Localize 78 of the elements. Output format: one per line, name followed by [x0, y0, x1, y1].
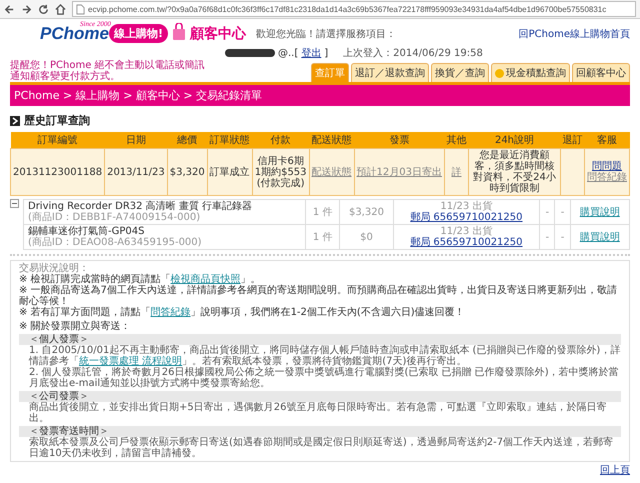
back-icon[interactable]	[4, 4, 15, 14]
product-id: (商品ID：DEBB1F-A74009154-000)	[28, 212, 202, 223]
table-cell: -	[540, 200, 555, 224]
ship-date: 11/23 出貨	[439, 201, 494, 212]
table-cell: 1 件	[305, 200, 340, 224]
arrow-icon	[10, 116, 20, 126]
url-text: ecvip.pchome.com.tw/?0x9a0a76f68d1c0fc36f3ff6c17df81c2318da1d14a3c69b5367fea722178fff959093e34931da4af54dbe1d96700be57550831c	[88, 4, 606, 14]
address-field[interactable]: ecvip.pchome.com.tw/?0x9a0a76f68d1c0fc36f3ff6c17df81c2318da1d14a3c69b5367fea722178fff959093e34931da4af54dbe1d96700be57550831c	[72, 1, 636, 17]
subsection-heading: ＜發票寄送時間＞	[19, 426, 621, 437]
note-link[interactable]: 問答紀錄	[150, 307, 191, 318]
home-link[interactable]: 回PChome線上購物首頁	[518, 26, 630, 40]
table-cell: 2013/11/23	[104, 148, 168, 196]
ship-date: 11/23 出貨	[439, 226, 494, 237]
column-header: 總價	[167, 132, 208, 148]
table-cell: 您是最近消費顧客，須多點時間核對資料，不受24小時到貨限制	[468, 148, 560, 196]
breadcrumb-bar: PChome > 線上購物 > 顧客中心 > 交易紀錄清單	[10, 82, 630, 106]
table-cell: 1 件	[305, 224, 340, 250]
subsection-heading: ＜個人發票＞	[19, 334, 621, 345]
forward-icon[interactable]	[21, 4, 32, 14]
logout-link[interactable]: 登出	[301, 46, 322, 60]
tab[interactable]: 回顧客中心	[572, 63, 630, 82]
column-header: 24h說明	[468, 132, 560, 148]
note-link[interactable]: 統一發票處理 流程說明	[79, 356, 182, 367]
user-text: ]	[324, 48, 328, 58]
page-title: 顧客中心	[190, 24, 246, 42]
tab[interactable]: 換貨／查詢	[431, 63, 489, 82]
table-cell: 訂單成立	[207, 148, 252, 196]
note-text: ※ 若有訂單方面問題，請點「問答紀錄」說明事項，我們將在1-2個工作天內(不含週六日)儘速回覆！	[19, 307, 466, 318]
table-cell: -	[554, 200, 570, 224]
column-header: 發票	[354, 132, 444, 148]
payment-text: 信用卡6期	[256, 156, 305, 166]
table-cell: $3,320	[167, 148, 208, 196]
user-text: @..[	[278, 48, 298, 58]
payment-text: 1期約$553	[254, 166, 307, 178]
subsection-heading: ＜公司發票＞	[19, 391, 621, 402]
table-cell: -	[540, 224, 555, 250]
page-icon	[76, 4, 85, 14]
column-header: 退訂	[560, 132, 584, 148]
note-link[interactable]: 檢視商品頁快照	[170, 274, 241, 285]
column-header: 付款	[252, 132, 310, 148]
welcome-text: 歡迎您光臨！請選擇服務項目：	[256, 28, 396, 40]
table-cell: -	[554, 224, 570, 250]
product-id: (商品ID：DEAO08-A63459195-000)	[28, 237, 203, 248]
section-title: 歷史訂單查詢	[24, 113, 90, 128]
column-header: 客服	[584, 132, 630, 148]
notes-title: 交易狀況說明：	[19, 263, 89, 274]
tab[interactable]: 退訂／退款查詢	[351, 63, 429, 82]
note-text: 索取紙本發票及公司戶發票依顯示郵寄日寄送(如遇春節期間或是國定假日則順延寄送)，透過郵局寄送約2-7個工作天內送達，若郵寄日逾10天仍未收到，請留言申請補發。	[28, 437, 614, 459]
home-icon[interactable]	[55, 4, 66, 14]
column-header: 訂單狀態	[207, 132, 252, 148]
table-cell: 20131123001188	[10, 148, 105, 196]
column-header: 配送狀態	[309, 132, 354, 148]
redacted-username	[225, 49, 275, 57]
column-header: 其他	[444, 132, 468, 148]
tracking-link[interactable]: 郵局 65659710021250	[410, 212, 523, 223]
invoice-notes-title: ※ 關於發票開立與寄送：	[19, 321, 132, 332]
note-text: ※ 檢視訂購完成當時的網頁請點「檢視商品頁快照」。	[19, 274, 262, 285]
reload-icon[interactable]	[38, 4, 49, 14]
last-login-text: 上次登入：2014/06/29 19:58	[343, 46, 483, 60]
tracking-link[interactable]: 郵局 65659710021250	[410, 237, 523, 248]
product-name: 錫輔車迷你打氣筒-GP04S	[28, 226, 146, 237]
security-notice: 提醒您！PChome 絕不會主動以電話或簡訊通知顧客變更付款方式。	[10, 60, 206, 82]
table-cell: $0	[340, 224, 394, 250]
tab[interactable]: 現金積點查詢	[491, 63, 570, 82]
purchase-help-link[interactable]: 購買說明	[580, 232, 620, 242]
note-text: 1. 自2005/10/01起不再主動郵寄，商品出貨後開立，將同時儲存個人帳戶隨時查詢或申請索取紙本 (已捐贈與已作廢的發票除外)，詳情請參考「統一發票處理 流程說明」。若有索取紙本發票，發票將待貨物鑑賞期(7天)後再行寄出。	[28, 345, 621, 367]
note-text: 2. 個人發票託管，將於奇數月26日根據國稅局公佈之統一發票中獎號碼進行電腦對獎(已索取 已捐贈 已作廢發票除外)，若中獎將於當月底發出e-mail通知並以掛號方式將中獎發票寄給您。	[28, 367, 620, 389]
column-header: 日期	[104, 132, 168, 148]
product-name: Driving Recorder DR32 高清晰 畫質 行車記錄器	[28, 201, 254, 212]
note-text: ※ 一般商品寄送為7個工作天內送達，詳情請參考各網頁的寄送期間說明。而預購商品在確認出貨時，出貨日及寄送日將更新列出，敬請耐心等候！	[19, 285, 618, 307]
coin-icon	[495, 68, 504, 78]
column-header: 訂單編號	[10, 132, 105, 148]
ask-question-link[interactable]: 問問題	[587, 161, 627, 172]
payment-text: (付款完成)	[256, 178, 306, 188]
table-cell: $3,320	[340, 200, 394, 224]
back-link[interactable]: 回上頁	[600, 465, 630, 476]
note-text: 商品出貨後開立，並安排出貨日期+5日寄出，遇偶數月26號至月底每日限時寄出。若有急需，可點選『立即索取』連結，於隔日寄出。	[28, 402, 608, 424]
purchase-help-link[interactable]: 購買說明	[580, 206, 620, 218]
